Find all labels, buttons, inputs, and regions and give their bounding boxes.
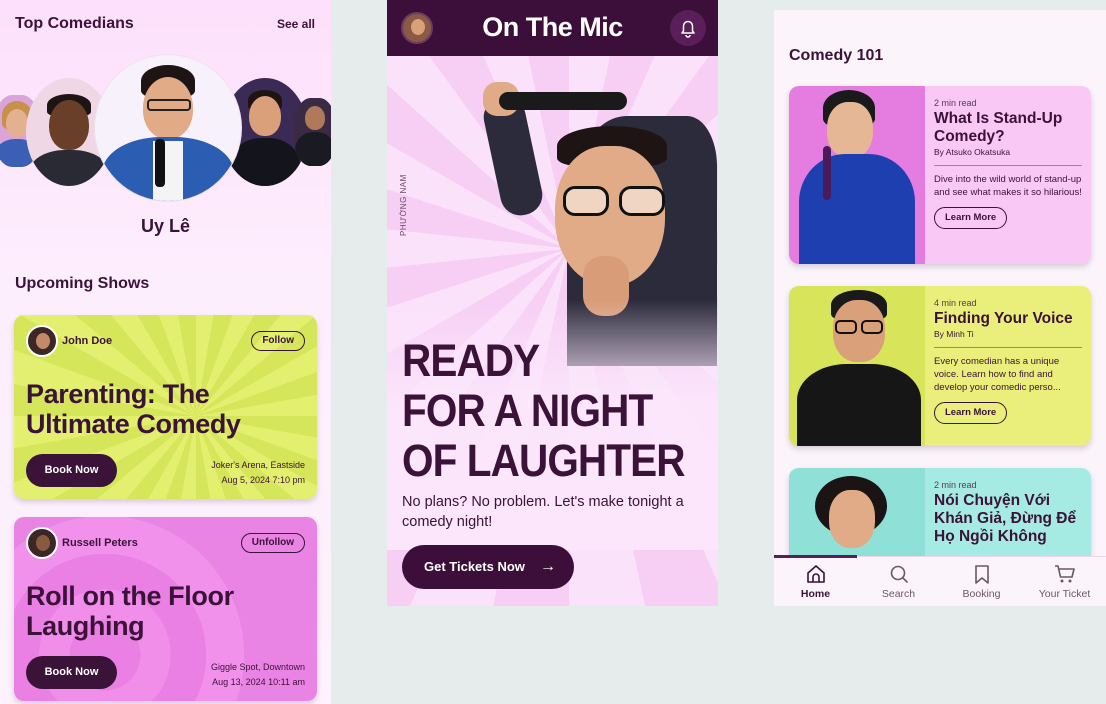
tab-search[interactable]: Search: [857, 557, 940, 606]
see-all-link[interactable]: See all: [277, 17, 315, 31]
article-title: Finding Your Voice: [934, 310, 1073, 327]
show-venue: Giggle Spot, Downtown: [210, 662, 305, 672]
photo-credit: PHƯỜNG NAM: [399, 174, 408, 236]
book-now-button[interactable]: Book Now: [26, 454, 117, 487]
unfollow-button[interactable]: Unfollow: [240, 533, 305, 553]
show-venue-date: Joker's Arena, Eastside Aug 5, 2024 7:10…: [211, 458, 305, 488]
notification-button[interactable]: [670, 10, 706, 46]
article-body: 4 min read Finding Your Voice By Minh Ti…: [925, 286, 1091, 446]
glasses-right: [619, 186, 665, 216]
featured-comedian-name: Uy Lê: [140, 216, 191, 236]
comedian-avatar-5[interactable]: [294, 98, 331, 166]
hero-headline-line-3: OF LAUGHTER: [402, 435, 685, 486]
bookmark-icon: [974, 565, 989, 584]
microphone-icon: [499, 92, 627, 110]
hero-headline-line-2: FOR A NIGHT: [402, 385, 653, 436]
book-now-button[interactable]: Book Now: [26, 656, 117, 689]
get-tickets-label: Get Tickets Now: [424, 559, 525, 574]
article-author: By Minh Ti: [934, 329, 974, 339]
tab-label: Home: [800, 588, 831, 600]
show-card[interactable]: Russell Peters Unfollow Roll on the Floo…: [14, 517, 317, 701]
divider: [934, 165, 1082, 166]
comedy-101-title: Comedy 101: [789, 47, 884, 64]
read-time: 2 min read: [934, 98, 977, 108]
app-title: On The Mic: [482, 12, 623, 42]
learn-more-button[interactable]: Learn More: [934, 402, 1008, 424]
show-title: Roll on the Floor Laughing: [26, 581, 234, 641]
comedy-101-screen: Comedy 101 2 min read What Is Stand-Up C…: [774, 10, 1106, 606]
article-author: By Atsuko Okatsuka: [934, 147, 1011, 157]
tab-booking[interactable]: Booking: [940, 557, 1023, 606]
article-excerpt: Dive into the wild world of stand-up and…: [934, 174, 1082, 198]
hero-headline: READY FOR A NIGHT OF LAUGHTER: [402, 336, 708, 486]
divider: [934, 347, 1082, 348]
bottom-tab-bar: Home Search Booking Your Ticket: [774, 555, 1106, 606]
show-date: Aug 5, 2024 7:10 pm: [221, 475, 305, 485]
show-venue-date: Giggle Spot, Downtown Aug 13, 2024 10:11…: [211, 660, 305, 690]
tab-home[interactable]: Home: [774, 557, 857, 606]
tab-label: Your Ticket: [1038, 588, 1091, 600]
show-title: Parenting: The Ultimate Comedy: [26, 379, 241, 439]
host-name: John Doe: [62, 335, 113, 347]
hero-headline-line-1: READY: [402, 335, 540, 386]
upcoming-shows-title: Upcoming Shows: [15, 275, 150, 292]
home-icon: [806, 565, 825, 583]
article-body: 2 min read What Is Stand-Up Comedy? By A…: [925, 86, 1091, 264]
left-screen: Top Comedians See all Uy Lê Upcoming Sho…: [0, 0, 331, 704]
get-tickets-button[interactable]: Get Tickets Now →: [402, 545, 574, 589]
read-time: 4 min read: [934, 298, 977, 308]
tab-label: Booking: [962, 588, 1001, 600]
article-title: What Is Stand-Up Comedy?: [934, 110, 1063, 145]
hero-subtitle: No plans? No problem. Let's make tonight…: [402, 494, 684, 530]
follow-button[interactable]: Follow: [251, 331, 305, 351]
comedian-avatar-featured[interactable]: [95, 55, 241, 201]
bell-icon: [681, 20, 695, 38]
show-venue: Joker's Arena, Eastside: [211, 460, 305, 470]
search-icon: [890, 565, 908, 583]
host-avatar: [26, 527, 58, 559]
article-excerpt: Every comedian has a unique voice. Learn…: [934, 356, 1061, 393]
app-header: On The Mic: [387, 0, 718, 56]
host-avatar: [26, 325, 58, 357]
tab-label: Search: [881, 588, 916, 600]
show-card[interactable]: John Doe Follow Parenting: The Ultimate …: [14, 315, 317, 499]
tab-your-ticket[interactable]: Your Ticket: [1023, 557, 1106, 606]
article-title: Nói Chuyện Với Khán Giả, Đừng Để Họ Ngồi…: [934, 492, 1077, 545]
arrow-right-icon: →: [540, 558, 556, 575]
host-name: Russell Peters: [62, 537, 138, 549]
top-comedians-title: Top Comedians: [15, 15, 134, 32]
home-hero-screen: On The Mic PHƯỜNG NAM READY FOR A NIGHT …: [387, 0, 718, 606]
learn-more-button[interactable]: Learn More: [934, 207, 1008, 229]
read-time: 2 min read: [934, 480, 977, 490]
article-image: [789, 286, 925, 446]
glasses-left: [563, 186, 609, 216]
article-card[interactable]: 2 min read What Is Stand-Up Comedy? By A…: [789, 86, 1091, 264]
article-image: [789, 86, 925, 264]
cart-icon: [1054, 565, 1075, 583]
show-date: Aug 13, 2024 10:11 am: [212, 677, 305, 687]
article-card[interactable]: 4 min read Finding Your Voice By Minh Ti…: [789, 286, 1091, 446]
